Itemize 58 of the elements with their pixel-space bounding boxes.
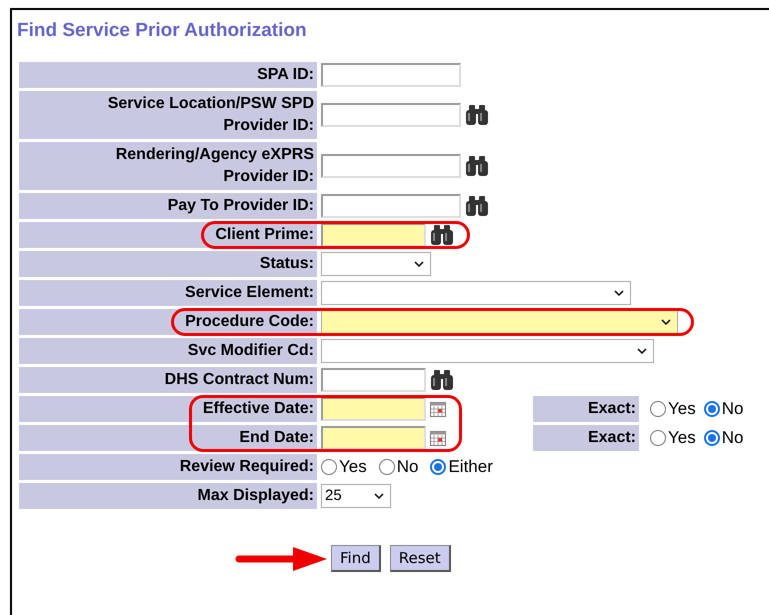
dropdown[interactable]: [321, 252, 431, 276]
date-field[interactable]: [321, 426, 426, 450]
label-cell: Status:: [19, 251, 317, 277]
calendar-icon[interactable]: [430, 402, 446, 416]
chevron-down-icon: [637, 348, 647, 354]
input-field[interactable]: [321, 63, 461, 87]
label-cell: DHS Contract Num:: [19, 367, 317, 393]
calendar-icon[interactable]: [430, 430, 446, 446]
radio-label: No: [722, 428, 744, 448]
input-field[interactable]: [321, 368, 426, 392]
radio-label: No: [396, 457, 418, 477]
binoculars-icon[interactable]: [430, 369, 454, 391]
chevron-down-icon: [414, 261, 424, 267]
chevron-down-icon: [661, 319, 671, 325]
label-cell: Effective Date:: [19, 396, 317, 422]
dropdown[interactable]: [321, 310, 678, 334]
label-cell: SPA ID:: [19, 62, 317, 88]
radio-label: No: [722, 399, 744, 419]
input-field[interactable]: [321, 103, 461, 127]
button[interactable]: Reset: [390, 545, 451, 572]
radio-button[interactable]: [430, 459, 446, 475]
dropdown[interactable]: [321, 339, 654, 363]
dropdown[interactable]: [321, 281, 631, 305]
page-title: Find Service Prior Authorization: [17, 19, 307, 43]
binoculars-icon[interactable]: [465, 155, 489, 177]
radio-button[interactable]: [704, 430, 720, 446]
label-cell: Exact:: [533, 425, 639, 451]
chevron-down-icon: [614, 290, 624, 296]
label-cell: Service Location/PSW SPD Provider ID:: [19, 91, 317, 139]
label-cell: Service Element:: [19, 280, 317, 306]
button[interactable]: Find: [331, 545, 381, 572]
radio-button[interactable]: [650, 401, 666, 417]
input-field[interactable]: [321, 223, 426, 247]
label-cell: Rendering/Agency eXPRS Provider ID:: [19, 142, 317, 190]
label-cell: Exact:: [533, 396, 639, 422]
binoculars-icon[interactable]: [430, 224, 454, 246]
radio-label: Yes: [668, 399, 696, 419]
radio-label: Yes: [339, 457, 367, 477]
dropdown[interactable]: 25: [321, 484, 391, 508]
radio-button[interactable]: [704, 401, 720, 417]
input-field[interactable]: [321, 194, 461, 218]
label-cell: Max Displayed:: [19, 483, 317, 509]
binoculars-icon[interactable]: [465, 195, 489, 217]
label-cell: Client Prime:: [19, 222, 317, 248]
date-field[interactable]: [321, 397, 426, 421]
label-cell: Svc Modifier Cd:: [19, 338, 317, 364]
chevron-down-icon: [374, 493, 384, 499]
radio-button[interactable]: [321, 459, 337, 475]
label-cell: Review Required:: [19, 454, 317, 480]
radio-label: Yes: [668, 428, 696, 448]
radio-button[interactable]: [650, 430, 666, 446]
input-field[interactable]: [321, 154, 461, 178]
radio-label: Either: [448, 457, 493, 477]
binoculars-icon[interactable]: [465, 104, 489, 126]
label-cell: End Date:: [19, 425, 317, 451]
label-cell: Pay To Provider ID:: [19, 193, 317, 219]
radio-button[interactable]: [378, 459, 395, 475]
label-cell: Procedure Code:: [19, 309, 317, 335]
